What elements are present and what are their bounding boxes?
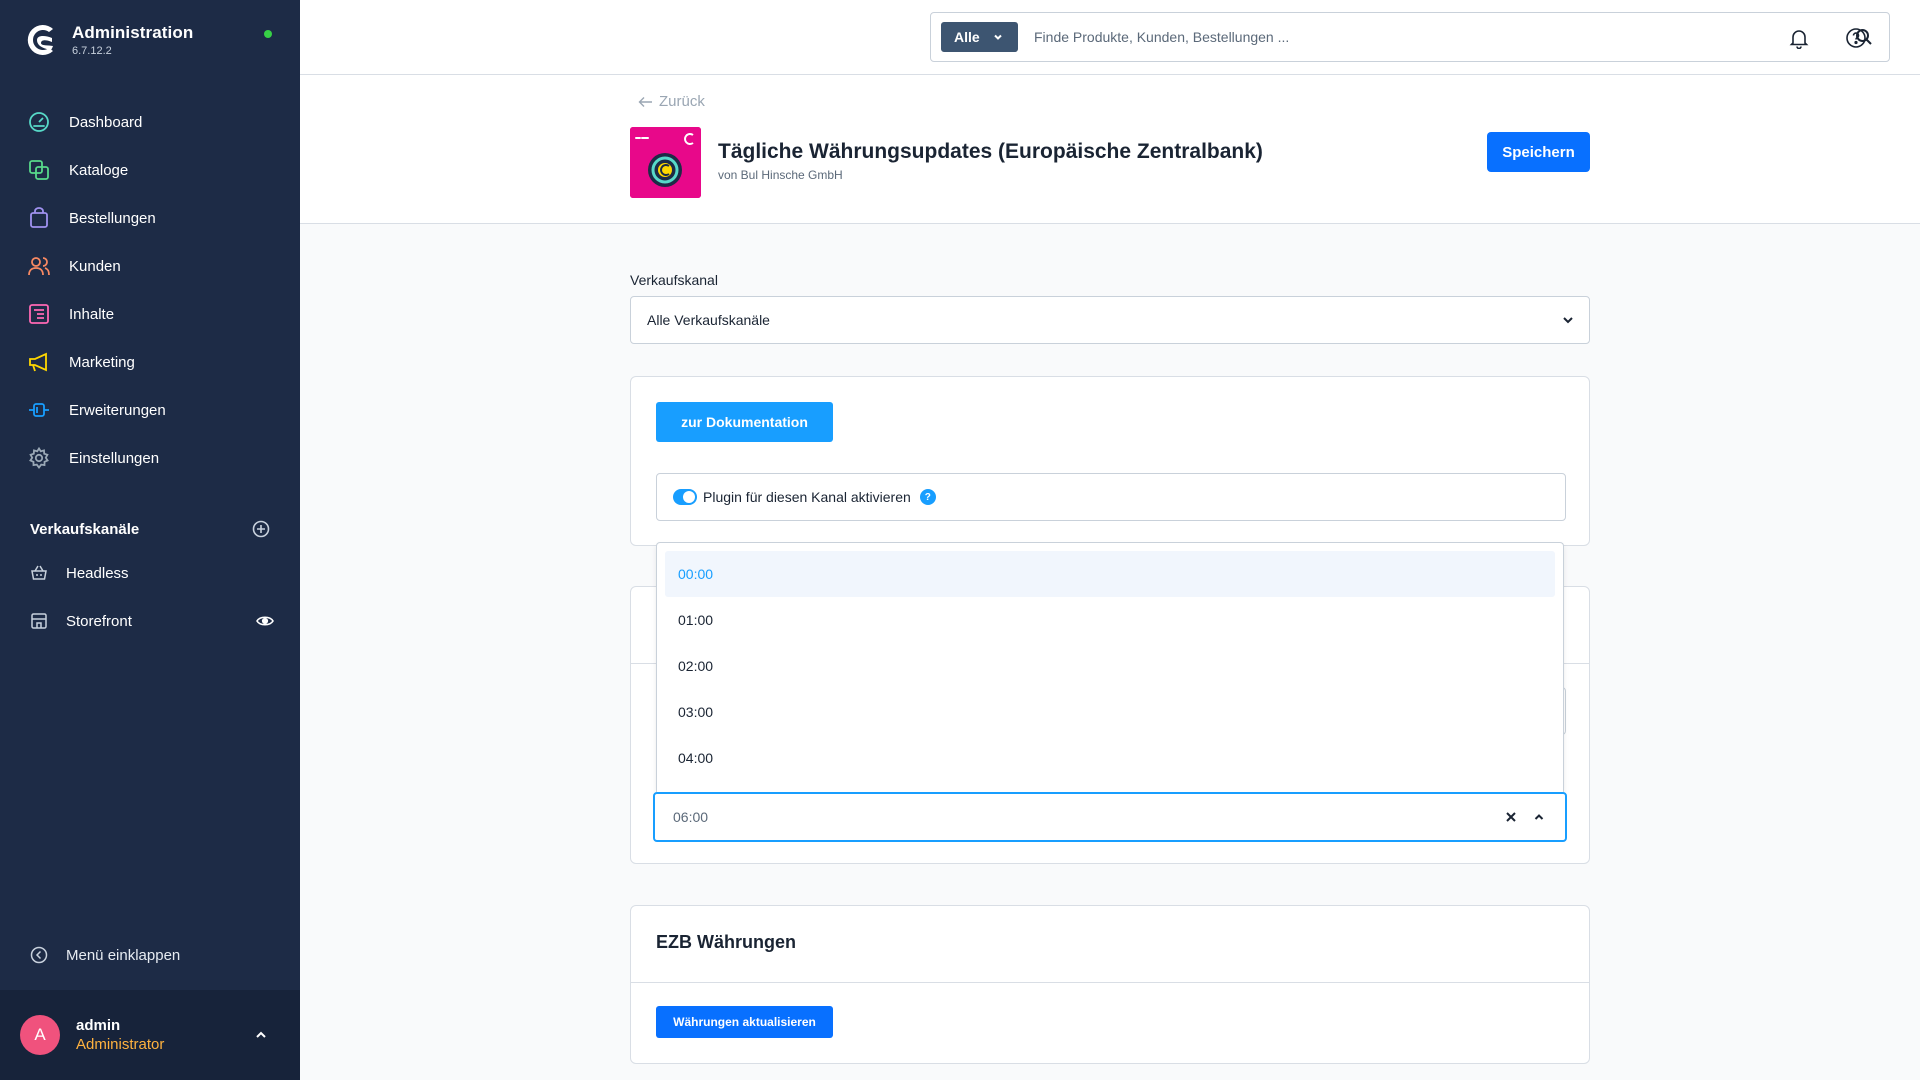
search-scope-dropdown[interactable]: Alle xyxy=(941,22,1018,52)
card-divider xyxy=(631,982,1589,983)
bell-icon[interactable] xyxy=(1788,27,1810,49)
sales-channel-storefront[interactable]: Storefront xyxy=(30,612,274,630)
arrow-left-icon xyxy=(638,96,652,107)
store-icon xyxy=(31,613,47,629)
page-header: Zurück Tägliche Währungsupdates (Europäi… xyxy=(300,75,1920,224)
sales-channels-title: Verkaufskanäle xyxy=(30,520,140,538)
search-input[interactable] xyxy=(1034,29,1855,45)
chevron-down-icon xyxy=(993,34,1002,40)
nav-label: Inhalte xyxy=(69,305,115,323)
page-subtitle: von Bul Hinsche GmbH xyxy=(718,168,843,182)
brand-version: 6.7.12.2 xyxy=(72,45,112,57)
time-option[interactable]: 00:00 xyxy=(665,551,1555,597)
nav-item-inhalte[interactable]: Inhalte xyxy=(0,290,300,338)
gear-icon xyxy=(29,447,49,469)
basket-icon xyxy=(31,565,47,580)
nav-item-kunden[interactable]: Kunden xyxy=(0,242,300,290)
time-option[interactable]: 01:00 xyxy=(665,597,1555,643)
sales-channel-headless[interactable]: Headless xyxy=(30,564,274,582)
activate-plugin-switch[interactable] xyxy=(673,489,697,505)
nav-item-erweiterungen[interactable]: Erweiterungen xyxy=(0,386,300,434)
save-button[interactable]: Speichern xyxy=(1487,132,1590,172)
user-name: admin xyxy=(76,1017,121,1034)
time-select[interactable]: 06:00 xyxy=(653,792,1567,842)
plug-icon xyxy=(29,403,49,417)
nav-label: Erweiterungen xyxy=(69,401,166,419)
search-scope-label: Alle xyxy=(954,29,980,45)
nav-item-einstellungen[interactable]: Einstellungen xyxy=(0,434,300,482)
bag-icon xyxy=(30,207,48,228)
help-badge-icon[interactable]: ? xyxy=(919,489,936,505)
activate-plugin-field: Plugin für diesen Kanal aktivieren ? xyxy=(656,473,1566,521)
global-search: Alle xyxy=(930,12,1890,62)
sales-channel-label: Storefront xyxy=(66,612,132,630)
page-title: Tägliche Währungsupdates (Europäische Ze… xyxy=(718,140,1263,163)
main-nav: Dashboard Kataloge Bestellungen Kunden I… xyxy=(0,98,300,482)
activate-plugin-label: Plugin für diesen Kanal aktivieren xyxy=(703,489,911,505)
shopware-logo-icon xyxy=(27,25,53,56)
time-dropdown-list: 00:00 01:00 02:00 03:00 04:00 xyxy=(656,542,1564,792)
eye-icon[interactable] xyxy=(256,612,274,630)
status-indicator xyxy=(264,30,272,38)
back-label: Zurück xyxy=(659,93,705,110)
back-link[interactable]: Zurück xyxy=(638,93,705,110)
nav-item-dashboard[interactable]: Dashboard xyxy=(0,98,300,146)
top-bar: Alle xyxy=(300,0,1920,75)
plugin-card: zur Dokumentation Plugin für diesen Kana… xyxy=(630,376,1590,546)
user-role: Administrator xyxy=(76,1036,165,1053)
close-icon[interactable] xyxy=(1505,811,1517,823)
chevron-down-icon xyxy=(1563,317,1573,324)
megaphone-icon xyxy=(29,352,47,372)
time-select-value: 06:00 xyxy=(673,809,709,825)
nav-label: Kunden xyxy=(69,257,121,275)
user-panel[interactable]: A admin Administrator xyxy=(0,990,300,1080)
content-icon xyxy=(29,304,49,324)
update-currencies-button[interactable]: Währungen aktualisieren xyxy=(656,1006,833,1038)
chevron-up-icon[interactable] xyxy=(1533,811,1545,823)
nav-label: Kataloge xyxy=(69,161,129,179)
time-option[interactable]: 02:00 xyxy=(665,643,1555,689)
time-option[interactable]: 04:00 xyxy=(665,735,1555,781)
time-option[interactable]: 03:00 xyxy=(665,689,1555,735)
currency-app-logo-icon xyxy=(630,127,701,198)
catalog-icon xyxy=(29,160,49,180)
users-icon xyxy=(28,257,50,276)
nav-item-kataloge[interactable]: Kataloge xyxy=(0,146,300,194)
nav-item-bestellungen[interactable]: Bestellungen xyxy=(0,194,300,242)
dashboard-icon xyxy=(29,112,49,132)
chevron-left-circle-icon xyxy=(30,946,48,964)
sidebar: Administration 6.7.12.2 Dashboard Katalo… xyxy=(0,0,300,1080)
app-icon xyxy=(630,127,701,198)
brand-title: Administration xyxy=(72,23,194,42)
sales-channels-header: Verkaufskanäle xyxy=(30,520,270,538)
nav-item-marketing[interactable]: Marketing xyxy=(0,338,300,386)
avatar: A xyxy=(20,1015,60,1055)
help-icon[interactable] xyxy=(1845,27,1867,49)
sales-channel-label: Verkaufskanal xyxy=(630,272,718,288)
nav-label: Bestellungen xyxy=(69,209,156,227)
chevron-up-icon[interactable] xyxy=(253,1027,269,1043)
collapse-menu-button[interactable]: Menü einklappen xyxy=(30,946,180,964)
brand[interactable]: Administration 6.7.12.2 xyxy=(22,22,193,58)
ezb-currencies-card: EZB Währungen Währungen aktualisieren xyxy=(630,905,1590,1064)
nav-label: Einstellungen xyxy=(69,449,160,467)
nav-label: Marketing xyxy=(69,353,135,371)
sales-channel-label: Headless xyxy=(66,564,129,582)
documentation-button[interactable]: zur Dokumentation xyxy=(656,402,833,442)
add-circle-icon[interactable] xyxy=(252,520,270,538)
sales-channel-select[interactable]: Alle Verkaufskanäle xyxy=(630,296,1590,344)
sales-channel-value: Alle Verkaufskanäle xyxy=(647,312,770,328)
ezb-title: EZB Währungen xyxy=(656,932,796,952)
nav-label: Dashboard xyxy=(69,113,143,131)
collapse-label: Menü einklappen xyxy=(66,946,181,964)
